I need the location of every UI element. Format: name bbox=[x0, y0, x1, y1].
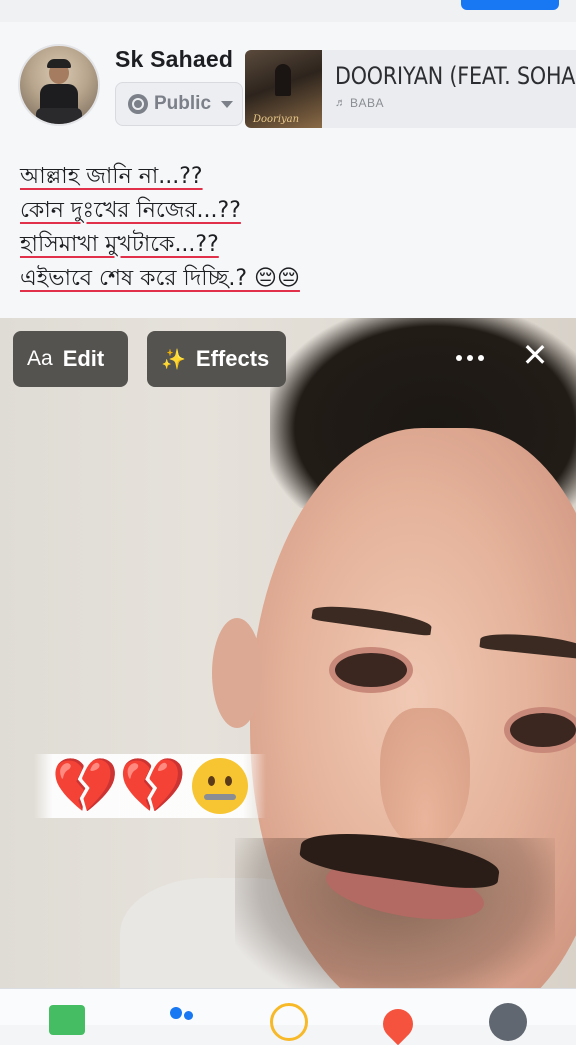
photo-icon[interactable] bbox=[49, 1005, 85, 1035]
caption-line: হাসিমাখা মুখটাকে...?? bbox=[20, 232, 219, 257]
edit-label: Edit bbox=[62, 346, 105, 371]
magic-wand-icon: ✨ bbox=[161, 348, 186, 371]
top-bar bbox=[0, 0, 576, 23]
remove-photo-button[interactable]: ✕ bbox=[518, 338, 552, 372]
privacy-selector[interactable]: Public bbox=[115, 82, 243, 126]
song-title: DOORIYAN (FEAT. SOHAM bbox=[335, 62, 576, 90]
avatar-cap bbox=[47, 59, 71, 68]
music-note-icon: ♬ bbox=[335, 97, 346, 109]
user-name[interactable]: Sk Sahaed bbox=[115, 46, 233, 73]
more-options-button[interactable] bbox=[452, 346, 488, 370]
post-composer: Sk Sahaed Public Dooriyan DOORIYAN (FEAT… bbox=[0, 22, 576, 318]
effects-label: Effects bbox=[195, 346, 270, 371]
post-button[interactable] bbox=[461, 0, 559, 10]
feeling-icon[interactable] bbox=[270, 1003, 308, 1041]
text-edit-icon: Aa bbox=[27, 347, 53, 370]
dot-icon bbox=[456, 355, 462, 361]
composer-toolbar bbox=[0, 988, 576, 1045]
zipper-mouth-face-icon bbox=[192, 758, 249, 814]
more-icon[interactable] bbox=[489, 1003, 527, 1041]
album-figure bbox=[275, 64, 291, 96]
edit-button[interactable]: Aa Edit bbox=[13, 331, 128, 387]
emoji-eye-right bbox=[225, 776, 233, 786]
tag-people-icon[interactable] bbox=[166, 1005, 202, 1035]
avatar-legs bbox=[36, 108, 82, 124]
avatar[interactable] bbox=[18, 44, 100, 126]
caption-line: কোন দুঃখের নিজের...?? bbox=[20, 198, 241, 223]
emoji-zipper bbox=[204, 794, 237, 800]
privacy-label: Public bbox=[154, 93, 212, 114]
broken-heart-icon: 💔💔 bbox=[51, 756, 187, 816]
music-sticker[interactable]: Dooriyan DOORIYAN (FEAT. SOHAM ♬ BABA bbox=[245, 50, 576, 128]
emoji-sticker[interactable]: 💔💔 bbox=[34, 754, 266, 818]
artist-row: ♬ BABA bbox=[335, 96, 384, 110]
album-script-text: Dooriyan bbox=[253, 114, 300, 125]
attached-photo[interactable]: Aa Edit ✨ Effects ✕ 💔💔 bbox=[0, 318, 576, 988]
album-art: Dooriyan bbox=[245, 50, 322, 128]
emoji-eye-left bbox=[208, 776, 216, 786]
globe-icon bbox=[128, 94, 148, 114]
artist-name: BABA bbox=[350, 96, 385, 110]
photo-eye-left bbox=[335, 653, 407, 687]
post-caption[interactable]: আল্লাহ জানি না...?? কোন দুঃখের নিজের...?… bbox=[20, 160, 560, 296]
effects-button[interactable]: ✨ Effects bbox=[147, 331, 286, 387]
caption-line: এইভাবে শেষ করে দিচ্ছি.? 😔😔 bbox=[20, 266, 300, 291]
photo-nose bbox=[380, 708, 470, 848]
photo-eye-right bbox=[510, 713, 576, 747]
caption-line: আল্লাহ জানি না...?? bbox=[20, 164, 203, 189]
dot-icon bbox=[478, 355, 484, 361]
caret-down-icon bbox=[221, 100, 234, 108]
dot-icon bbox=[467, 355, 473, 361]
photo-ear bbox=[212, 618, 262, 728]
